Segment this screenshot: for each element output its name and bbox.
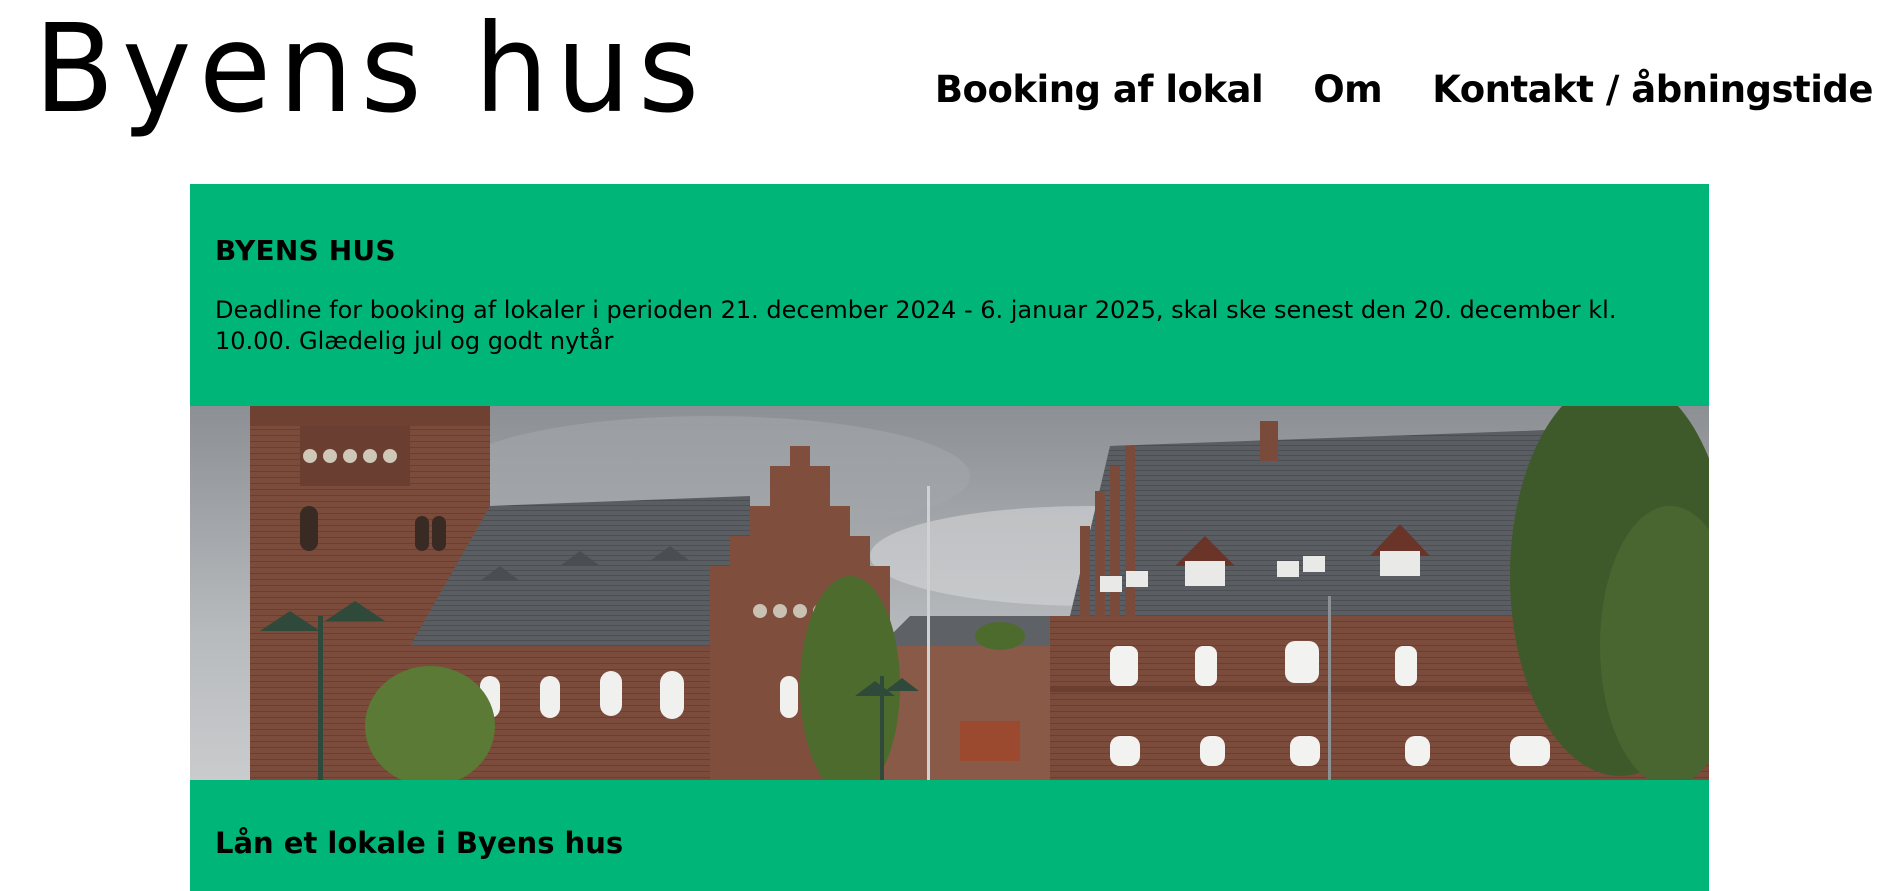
- section-title: Lån et lokale i Byens hus: [215, 826, 624, 860]
- nav-item-om[interactable]: Om: [1313, 68, 1383, 111]
- nav-item-kontakt[interactable]: Kontakt / åbningstide: [1432, 68, 1873, 111]
- main-content: BYENS HUS Deadline for booking af lokale…: [190, 184, 1709, 891]
- notice-title: BYENS HUS: [215, 234, 396, 267]
- main-nav: Booking af lokal Om Kontakt / åbningstid…: [935, 68, 1874, 111]
- logo-text: Byens hus: [34, 0, 707, 140]
- nav-item-booking[interactable]: Booking af lokal: [935, 68, 1264, 111]
- notice-box: BYENS HUS Deadline for booking af lokale…: [190, 184, 1709, 406]
- section-loan: Lån et lokale i Byens hus: [190, 780, 1709, 891]
- notice-text: Deadline for booking af lokaler i period…: [215, 296, 1617, 355]
- building-photo: [190, 406, 1709, 780]
- hero-image: [190, 406, 1709, 780]
- site-logo[interactable]: Byens hus: [34, 8, 735, 158]
- page: Byens hus Booking af lokal Om Kontakt / …: [0, 0, 1893, 891]
